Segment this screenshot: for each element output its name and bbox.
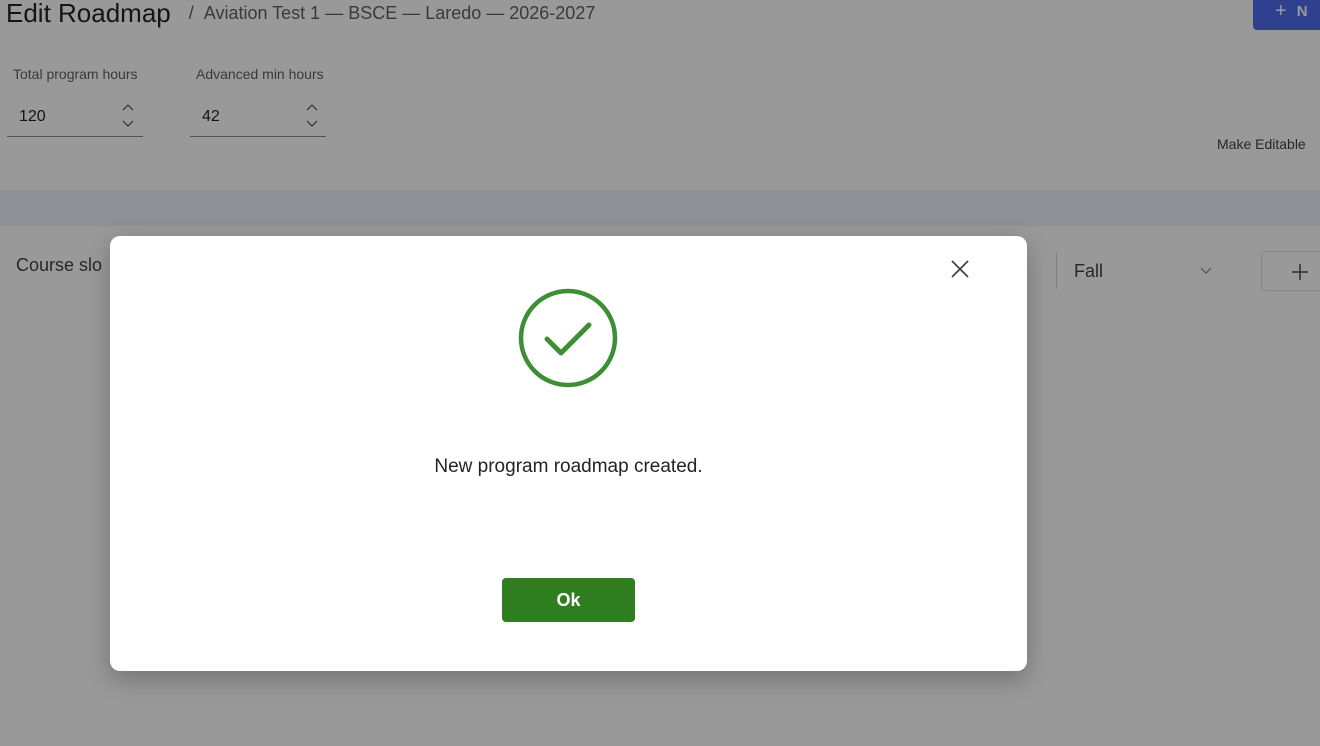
ok-button[interactable]: Ok (502, 578, 635, 622)
close-icon (951, 260, 969, 278)
edit-roadmap-page: Edit Roadmap / Aviation Test 1 — BSCE — … (0, 0, 1320, 746)
dialog-message: New program roadmap created. (434, 456, 703, 477)
success-dialog: New program roadmap created. Ok (110, 236, 1027, 671)
close-button[interactable] (945, 254, 975, 284)
check-circle-icon (518, 288, 618, 388)
